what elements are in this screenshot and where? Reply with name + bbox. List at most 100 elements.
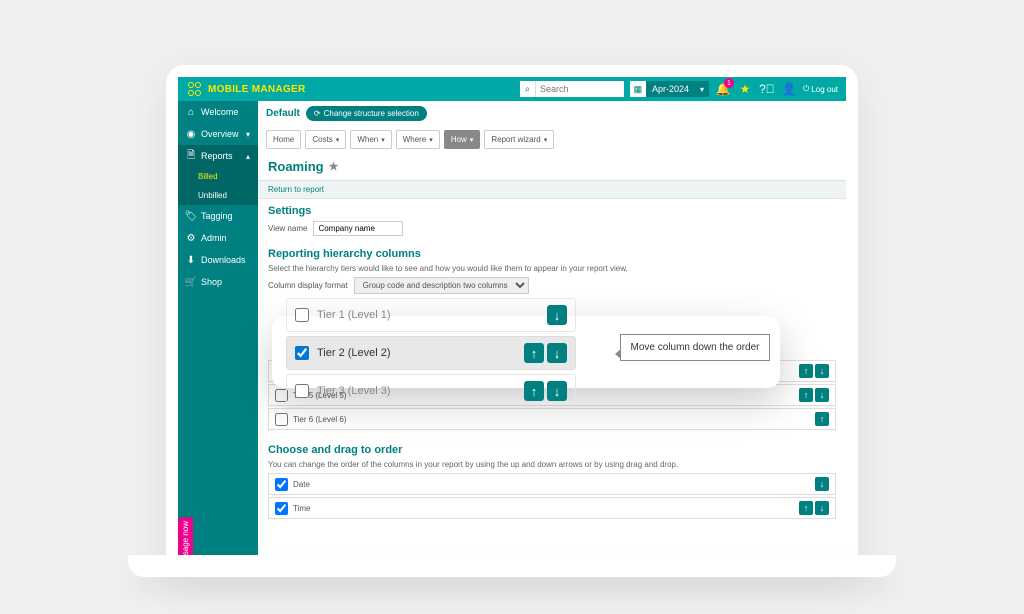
sidebar-item-label: Overview	[201, 129, 239, 139]
chevron-down-icon: ▾	[544, 136, 548, 144]
col-label: Time	[293, 504, 310, 513]
button-label: Change structure selection	[324, 109, 419, 118]
help-icon[interactable]: ?⃝	[759, 81, 775, 97]
col-label: Date	[293, 480, 310, 489]
tab-label: Costs	[312, 135, 332, 144]
tier-checkbox[interactable]	[275, 413, 288, 426]
col-checkbox[interactable]	[275, 502, 288, 515]
magnified-callout: Tier 1 (Level 1) ↓ Tier 2 (Level 2) ↑ ↓ …	[272, 316, 780, 388]
report-tabs: Home Costs▾ When▾ Where▾ How▾ Report wiz…	[258, 126, 846, 153]
col-checkbox[interactable]	[275, 478, 288, 491]
move-up-button[interactable]: ↑	[799, 364, 813, 378]
ee-logo	[186, 81, 202, 97]
tier-row-preview: Tier 1 (Level 1) ↓	[286, 298, 576, 332]
tier-label: Tier 1 (Level 1)	[317, 309, 391, 321]
sidebar-item-welcome[interactable]: ⌂ Welcome	[178, 101, 258, 123]
sidebar-item-overview[interactable]: ◉Overview▾	[178, 123, 258, 145]
chevron-down-icon: ▾	[429, 136, 433, 144]
tab-label: When	[357, 135, 378, 144]
sidebar-item-label: Downloads	[201, 255, 246, 265]
sidebar: ⌂Welcome ◉Overview▾ 🗎Reports▴ Billed Unb…	[178, 101, 258, 575]
tab-label: Home	[273, 135, 294, 144]
search-icon[interactable]: ⌕	[520, 81, 536, 97]
section-help: You can change the order of the columns …	[268, 460, 836, 469]
sidebar-item-downloads[interactable]: ⬇ Downloads	[178, 249, 258, 271]
format-select[interactable]: Group code and description two columns	[354, 277, 529, 294]
notif-badge: 1	[724, 78, 734, 88]
order-row[interactable]: Time ↑↓	[268, 497, 836, 519]
admin-icon: ⚙	[186, 233, 196, 243]
refresh-icon: ⟳	[314, 109, 321, 118]
change-structure-button[interactable]: ⟳Change structure selection	[306, 106, 427, 121]
doc-icon: 🗎	[186, 151, 196, 161]
bell-icon[interactable]: 🔔1	[715, 81, 731, 97]
move-up-button[interactable]: ↑	[524, 381, 544, 401]
chevron-down-icon: ▾	[336, 136, 340, 144]
move-down-button[interactable]: ↓	[815, 388, 829, 402]
tab-wizard[interactable]: Report wizard ▾	[484, 130, 554, 149]
order-section: Choose and drag to order You can change …	[258, 438, 846, 527]
sidebar-sub-unbilled[interactable]: Unbilled	[178, 186, 258, 205]
page-title-row: Roaming ★	[258, 153, 846, 180]
tier-row-selected[interactable]: Tier 2 (Level 2) ↑ ↓	[286, 336, 576, 370]
tier-label: Tier 2 (Level 2)	[317, 347, 391, 359]
tab-when[interactable]: When▾	[350, 130, 391, 149]
return-link[interactable]: Return to report	[258, 180, 846, 199]
home-icon: ⌂	[186, 107, 196, 117]
move-down-button[interactable]: ↓	[547, 343, 567, 363]
section-help: Select the hierarchy tiers would like to…	[268, 264, 836, 273]
user-icon[interactable]: 👤	[781, 81, 797, 97]
chevron-down-icon: ▾	[695, 81, 709, 97]
power-icon: ⏻	[803, 84, 809, 94]
tab-costs[interactable]: Costs ▾	[305, 130, 346, 149]
order-row[interactable]: Date ↓	[268, 473, 836, 495]
star-icon[interactable]: ★	[737, 81, 753, 97]
move-down-button[interactable]: ↓	[547, 305, 567, 325]
sidebar-item-admin[interactable]: ⚙Admin	[178, 227, 258, 249]
move-up-button[interactable]: ↑	[799, 501, 813, 515]
tier-row-preview: Tier 3 (Level 3) ↑ ↓	[286, 374, 576, 408]
tab-home[interactable]: Home	[266, 130, 301, 149]
settings-section: Settings View name	[258, 199, 846, 242]
device-base	[128, 555, 896, 577]
view-name-input[interactable]	[313, 221, 403, 236]
sidebar-item-shop[interactable]: 🛒Shop	[178, 271, 258, 293]
sidebar-sub-billed[interactable]: Billed	[178, 167, 258, 186]
section-title: Settings	[268, 205, 836, 217]
search-input[interactable]	[536, 81, 624, 97]
download-icon: ⬇	[186, 255, 196, 265]
move-down-button[interactable]: ↓	[815, 477, 829, 491]
move-down-button[interactable]: ↓	[815, 501, 829, 515]
move-up-button[interactable]: ↑	[815, 412, 829, 426]
breadcrumb-label: Default	[266, 108, 300, 119]
tier-checkbox[interactable]	[295, 308, 309, 322]
sidebar-item-label: Welcome	[201, 107, 238, 117]
move-up-button[interactable]: ↑	[799, 388, 813, 402]
tab-where[interactable]: Where▾	[396, 130, 440, 149]
page-title: Roaming	[268, 159, 324, 174]
sidebar-item-label: Tagging	[201, 211, 233, 221]
section-title: Choose and drag to order	[268, 444, 836, 456]
logout-button[interactable]: ⏻Log out	[803, 84, 838, 94]
sidebar-item-label: Reports	[201, 151, 233, 161]
tag-icon: 🏷	[186, 211, 196, 221]
tier-checkbox[interactable]	[295, 384, 309, 398]
tooltip: Move column down the order	[620, 334, 770, 361]
sidebar-item-tagging[interactable]: 🏷 Tagging	[178, 205, 258, 227]
favorite-icon[interactable]: ★	[329, 160, 339, 173]
tab-how[interactable]: How▾	[444, 130, 481, 149]
date-selector[interactable]: ▦ Apr-2024 ▾	[630, 81, 709, 97]
tab-label: Report wizard	[491, 135, 540, 144]
tier-checkbox[interactable]	[295, 346, 309, 360]
tab-label: How	[451, 135, 467, 144]
logout-label: Log out	[811, 85, 838, 94]
move-up-button[interactable]: ↑	[524, 343, 544, 363]
calendar-icon: ▦	[630, 81, 646, 97]
chevron-up-icon: ▴	[246, 152, 250, 161]
eye-icon: ◉	[186, 129, 196, 139]
section-title: Reporting hierarchy columns	[268, 248, 836, 260]
chevron-down-icon: ▾	[381, 136, 385, 144]
move-down-button[interactable]: ↓	[815, 364, 829, 378]
sidebar-item-reports[interactable]: 🗎 Reports ▴	[178, 145, 258, 167]
move-down-button[interactable]: ↓	[547, 381, 567, 401]
